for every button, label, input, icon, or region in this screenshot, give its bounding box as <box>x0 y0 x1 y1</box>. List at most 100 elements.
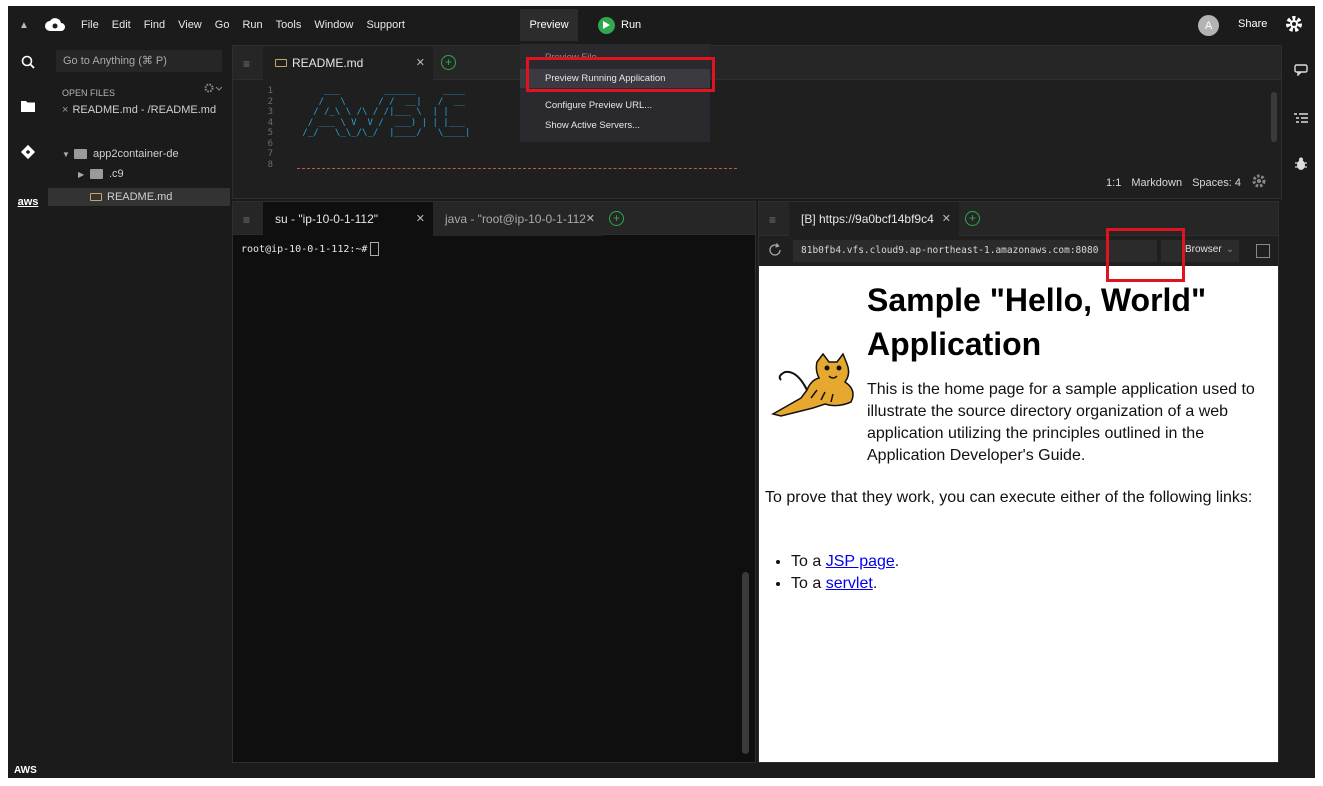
code-line: /_/ \_\_/\_/ |____/ \____| <box>297 128 471 138</box>
close-icon[interactable]: ✕ <box>942 212 951 225</box>
indent-setting[interactable]: Spaces: 4 <box>1192 177 1241 189</box>
close-icon[interactable]: ✕ <box>416 56 425 69</box>
tab-browser-preview[interactable]: [B] https://9a0bcf14bf9c4 ✕ <box>789 202 959 236</box>
line-number-gutter: 12345678 <box>233 86 273 170</box>
search-icon[interactable] <box>18 52 38 72</box>
menu-run[interactable]: Run <box>242 19 262 31</box>
menu-file[interactable]: File <box>81 19 99 31</box>
tree-item-c9[interactable]: ▶ .c9 <box>78 168 124 180</box>
folder-icon[interactable] <box>18 96 38 116</box>
line-number: 7 <box>267 149 273 159</box>
run-label: Run <box>621 19 642 31</box>
line-number: 4 <box>267 117 273 128</box>
pane-menu-icon[interactable]: ≡ <box>243 57 250 71</box>
refresh-icon[interactable] <box>767 242 783 258</box>
editor-settings-icon[interactable] <box>1251 173 1267 192</box>
chevron-right-icon: ▶ <box>78 169 85 179</box>
left-activity-bar: aws AWS <box>8 44 48 778</box>
url-input[interactable]: 81b0fb4.vfs.cloud9.ap-northeast-1.amazon… <box>793 240 1157 262</box>
chevron-down-icon: ⌄ <box>1225 244 1235 255</box>
share-button[interactable]: Share <box>1238 18 1267 30</box>
browser-preview-pane: ≡ [B] https://9a0bcf14bf9c4 ✕ + 81b0fb4.… <box>758 201 1279 763</box>
tab-terminal-su[interactable]: su - "ip-10-0-1-112" ✕ <box>263 202 433 236</box>
highlight-box-port <box>1106 228 1185 282</box>
outline-icon[interactable] <box>1293 110 1309 126</box>
code-line: ___ ______ ____ <box>297 86 465 96</box>
menu-find[interactable]: Find <box>144 19 165 31</box>
terminal-prompt: root@ip-10-0-1-112:~# <box>241 243 368 255</box>
terminal-tab-bar: ≡ su - "ip-10-0-1-112" ✕ java - "root@ip… <box>233 202 755 236</box>
line-number: 3 <box>267 107 273 117</box>
close-icon[interactable]: × <box>62 104 68 116</box>
menu-tools[interactable]: Tools <box>276 19 302 31</box>
file-tree-panel: Go to Anything (⌘ P) OPEN FILES × README.… <box>48 44 230 778</box>
user-avatar[interactable]: A <box>1198 15 1219 36</box>
preview-menu-label: Preview <box>529 19 569 31</box>
add-tab-icon[interactable]: + <box>441 55 456 70</box>
code-content[interactable]: ___ ______ ____ / \ / / __| / __ / /_\ \… <box>297 86 470 139</box>
tab-terminal-java[interactable]: java - "root@ip-10-0-1-112 ✕ <box>433 202 603 236</box>
aws-icon[interactable]: aws <box>16 192 40 212</box>
tree-settings-icon[interactable] <box>204 82 223 96</box>
run-button[interactable]: Run <box>598 12 641 38</box>
menu-edit[interactable]: Edit <box>112 19 131 31</box>
collapse-menu-icon[interactable]: ▲ <box>12 20 36 31</box>
menu-view[interactable]: View <box>178 19 202 31</box>
menu-go[interactable]: Go <box>215 19 230 31</box>
line-number: 2 <box>267 96 273 107</box>
terminal-cursor <box>370 242 380 256</box>
pane-menu-icon[interactable]: ≡ <box>243 213 250 227</box>
markdown-file-icon <box>90 193 102 201</box>
line-number: 6 <box>267 138 273 149</box>
tree-item-readme[interactable]: README.md <box>48 188 230 206</box>
line-number: 1 <box>267 86 273 96</box>
terminal-output[interactable]: root@ip-10-0-1-112:~# <box>241 242 380 256</box>
terminal-pane: ≡ su - "ip-10-0-1-112" ✕ java - "root@ip… <box>232 201 756 763</box>
intro-paragraph: This is the home page for a sample appli… <box>867 381 1255 464</box>
pop-out-icon[interactable] <box>1256 244 1270 258</box>
list-item: To a servlet. <box>791 573 899 595</box>
open-file-item[interactable]: × README.md - /README.md <box>62 104 216 116</box>
tomcat-logo-icon <box>767 350 867 430</box>
tree-item-root[interactable]: ▼ app2container-de <box>62 148 179 160</box>
markdown-file-icon <box>275 59 287 67</box>
play-icon <box>598 16 615 34</box>
source-control-icon[interactable] <box>18 142 38 162</box>
code-line: / ___ \ V V / ___) | | |___ <box>297 117 465 128</box>
editor-scrollbar[interactable] <box>1271 92 1277 142</box>
close-icon[interactable]: ✕ <box>586 212 595 225</box>
menu-item-configure-preview-url[interactable]: Configure Preview URL... <box>520 96 710 115</box>
highlight-box-menu <box>526 57 715 92</box>
goto-anything-input[interactable]: Go to Anything (⌘ P) <box>56 50 222 72</box>
gear-icon[interactable] <box>1284 14 1304 37</box>
add-tab-icon[interactable]: + <box>965 211 980 226</box>
add-tab-icon[interactable]: + <box>609 211 624 226</box>
code-line: / /_\ \ /\ / /|___ \ | | <box>297 107 449 117</box>
close-icon[interactable]: ✕ <box>416 212 425 225</box>
line-number: 5 <box>267 128 273 138</box>
link-list: To a JSP page. To a servlet. <box>791 551 899 595</box>
menu-window[interactable]: Window <box>314 19 353 31</box>
line-number: 8 <box>267 159 273 170</box>
editor-pane: ≡ README.md ✕ + 12345678 ___ ______ ____… <box>232 45 1282 199</box>
menu-bar: ▲ File Edit Find View Go Run Tools Windo… <box>8 6 1315 44</box>
cloud9-logo-icon[interactable] <box>42 12 68 38</box>
chevron-down-icon: ▼ <box>62 149 70 159</box>
open-files-heading: OPEN FILES <box>62 88 116 98</box>
chat-icon[interactable] <box>1293 62 1309 78</box>
terminal-scrollbar[interactable] <box>742 572 749 754</box>
language-mode[interactable]: Markdown <box>1131 177 1182 189</box>
aws-label: AWS <box>14 765 37 776</box>
editor-tab-bar: ≡ README.md ✕ + <box>233 46 1281 80</box>
jsp-page-link[interactable]: JSP page <box>826 553 895 570</box>
pane-menu-icon[interactable]: ≡ <box>769 213 776 227</box>
cursor-position[interactable]: 1:1 <box>1106 177 1121 189</box>
list-item: To a JSP page. <box>791 551 899 573</box>
menu-item-show-active-servers[interactable]: Show Active Servers... <box>520 116 710 135</box>
menu-support[interactable]: Support <box>366 19 405 31</box>
servlet-link[interactable]: servlet <box>826 575 873 592</box>
debugger-icon[interactable] <box>1293 156 1309 172</box>
preview-menu-button[interactable]: Preview <box>520 9 578 41</box>
tab-readme[interactable]: README.md ✕ <box>263 46 433 80</box>
folder-icon <box>74 149 87 159</box>
